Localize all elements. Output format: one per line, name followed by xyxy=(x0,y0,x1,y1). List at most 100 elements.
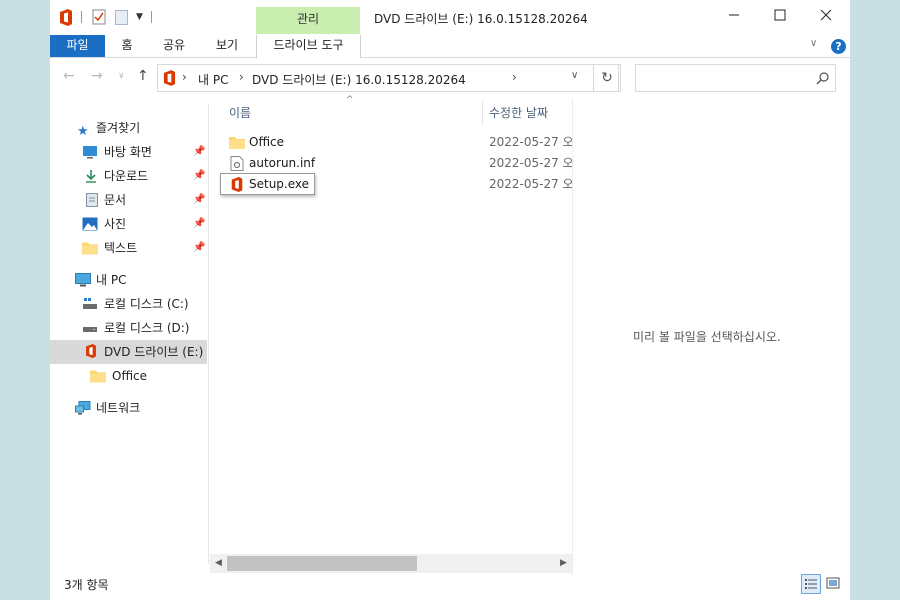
nav-item-documents[interactable]: 문서 📌 xyxy=(50,188,207,212)
tab-file[interactable]: 파일 xyxy=(50,35,105,57)
star-icon: ★ xyxy=(77,124,89,139)
qat-separator xyxy=(151,11,152,23)
maximize-icon xyxy=(774,9,786,21)
properties-icon[interactable] xyxy=(92,9,106,25)
nav-item-pictures[interactable]: 사진 📌 xyxy=(50,212,207,236)
address-dropdown-icon[interactable]: ∨ xyxy=(571,70,578,81)
file-date: 2022-05-27 오 xyxy=(489,135,574,149)
office-logo-icon xyxy=(60,9,72,26)
file-name: Setup.exe xyxy=(249,177,310,191)
file-row-setup[interactable]: Setup.exe 2022-05-27 오 xyxy=(210,173,574,195)
search-icon xyxy=(816,72,829,85)
nav-network[interactable]: 네트워크 xyxy=(50,396,207,420)
computer-icon xyxy=(75,273,91,287)
ribbon-tabs: 파일 홈 공유 보기 드라이브 도구 xyxy=(50,35,850,58)
back-button[interactable]: ← xyxy=(63,68,75,84)
customize-qat-icon[interactable]: ▼ xyxy=(136,12,143,22)
pin-icon: 📌 xyxy=(193,242,206,253)
nav-label: 로컬 디스크 (D:) xyxy=(104,321,190,335)
file-row-office[interactable]: Office 2022-05-27 오 xyxy=(210,132,574,153)
pin-icon: 📌 xyxy=(193,146,206,157)
large-icons-view-button[interactable] xyxy=(824,574,844,594)
file-explorer-window: ▼ 관리 DVD 드라이브 (E:) 16.0.15128.20264 파일 홈… xyxy=(50,0,850,600)
office-logo-icon xyxy=(163,70,176,86)
breadcrumb-chevron-icon[interactable]: › xyxy=(239,70,244,84)
nav-label: 다운로드 xyxy=(104,169,149,183)
large-icons-view-icon xyxy=(826,577,840,589)
scrollbar-thumb[interactable] xyxy=(227,556,417,571)
file-date: 2022-05-27 오 xyxy=(489,177,574,191)
office-logo-icon xyxy=(231,177,243,192)
system-drive-icon xyxy=(83,298,97,309)
file-row-autorun[interactable]: autorun.inf 2022-05-27 오 xyxy=(210,153,574,174)
nav-item-desktop[interactable]: 바탕 화면 📌 xyxy=(50,140,207,164)
pin-icon: 📌 xyxy=(193,170,206,181)
tab-home[interactable]: 홈 xyxy=(112,35,142,57)
minimize-button[interactable] xyxy=(711,0,757,35)
nav-label: Office xyxy=(112,369,148,383)
nav-label: DVD 드라이브 (E:) xyxy=(104,345,204,359)
breadcrumb-chevron-icon[interactable]: › xyxy=(512,70,517,84)
help-icon[interactable]: ? xyxy=(831,39,846,54)
nav-this-pc[interactable]: 내 PC xyxy=(50,268,207,292)
details-view-icon xyxy=(805,579,817,589)
up-button[interactable]: ↑ xyxy=(137,68,149,84)
desktop-icon xyxy=(83,146,97,159)
window-title: DVD 드라이브 (E:) 16.0.15128.20264 xyxy=(374,12,588,26)
maximize-button[interactable] xyxy=(757,0,803,35)
preview-splitter[interactable] xyxy=(572,99,573,575)
column-header-name[interactable]: 이름 xyxy=(229,99,251,127)
folder-icon xyxy=(229,137,245,149)
nav-label: 내 PC xyxy=(96,273,127,287)
nav-item-text-folder[interactable]: 텍스트 📌 xyxy=(50,236,207,260)
document-icon xyxy=(86,193,98,207)
nav-drive-d[interactable]: 로컬 디스크 (D:) xyxy=(50,316,207,340)
settings-file-icon xyxy=(230,156,244,171)
pin-icon: 📌 xyxy=(193,194,206,205)
tab-view[interactable]: 보기 xyxy=(207,35,247,57)
nav-drive-e[interactable]: DVD 드라이브 (E:) xyxy=(50,340,207,364)
qat-separator xyxy=(81,11,82,23)
preview-message: 미리 볼 파일을 선택하십시오. xyxy=(633,330,781,344)
scroll-right-icon[interactable]: ▶ xyxy=(555,554,572,573)
nav-item-downloads[interactable]: 다운로드 📌 xyxy=(50,164,207,188)
chevron-down-icon[interactable]: ∨ xyxy=(810,38,817,49)
download-icon xyxy=(86,170,96,183)
navigation-pane: ★ 즐겨찾기 바탕 화면 📌 다운로드 📌 문서 📌 사진 📌 텍스트 📌 내 … xyxy=(50,104,208,564)
address-bar[interactable]: › 내 PC › DVD 드라이브 (E:) 16.0.15128.20264 … xyxy=(157,64,619,92)
file-date: 2022-05-27 오 xyxy=(489,156,574,170)
nav-label: 텍스트 xyxy=(104,241,138,255)
nav-label: 네트워크 xyxy=(96,401,141,415)
file-list: ^ 이름 수정한 날짜 Office 2022-05-27 오 autorun.… xyxy=(210,95,574,554)
file-name: Office xyxy=(249,135,285,149)
recent-locations-icon[interactable]: ∨ xyxy=(118,71,125,81)
details-view-button[interactable] xyxy=(801,574,821,594)
folder-icon xyxy=(90,370,106,383)
breadcrumb-chevron-icon[interactable]: › xyxy=(182,70,187,84)
pane-splitter[interactable] xyxy=(208,104,209,564)
status-item-count: 3개 항목 xyxy=(64,578,109,592)
tab-manage[interactable]: 관리 xyxy=(256,7,360,34)
nav-subfolder-office[interactable]: Office xyxy=(50,364,207,388)
refresh-button[interactable]: ↻ xyxy=(593,64,621,92)
column-resize-handle[interactable] xyxy=(482,101,483,125)
forward-button[interactable]: → xyxy=(91,68,103,84)
hard-drive-icon xyxy=(83,327,97,332)
nav-label: 로컬 디스크 (C:) xyxy=(104,297,189,311)
close-button[interactable] xyxy=(803,0,849,35)
column-header-date[interactable]: 수정한 날짜 xyxy=(489,99,548,127)
breadcrumb-this-pc[interactable]: 내 PC xyxy=(198,71,228,88)
search-input[interactable] xyxy=(635,64,836,92)
breadcrumb-dvd-drive[interactable]: DVD 드라이브 (E:) 16.0.15128.20264 xyxy=(252,71,466,88)
folder-icon xyxy=(82,242,98,255)
pictures-icon xyxy=(82,217,98,231)
horizontal-scrollbar[interactable]: ◀ ▶ xyxy=(210,554,572,573)
new-folder-icon[interactable] xyxy=(115,10,128,25)
nav-quick-access[interactable]: ★ 즐겨찾기 xyxy=(50,116,207,140)
nav-drive-c[interactable]: 로컬 디스크 (C:) xyxy=(50,292,207,316)
scroll-left-icon[interactable]: ◀ xyxy=(210,554,227,573)
tab-drive-tools[interactable]: 드라이브 도구 xyxy=(256,35,361,58)
tab-share[interactable]: 공유 xyxy=(154,35,194,57)
sort-ascending-icon: ^ xyxy=(346,95,354,105)
pin-icon: 📌 xyxy=(193,218,206,229)
